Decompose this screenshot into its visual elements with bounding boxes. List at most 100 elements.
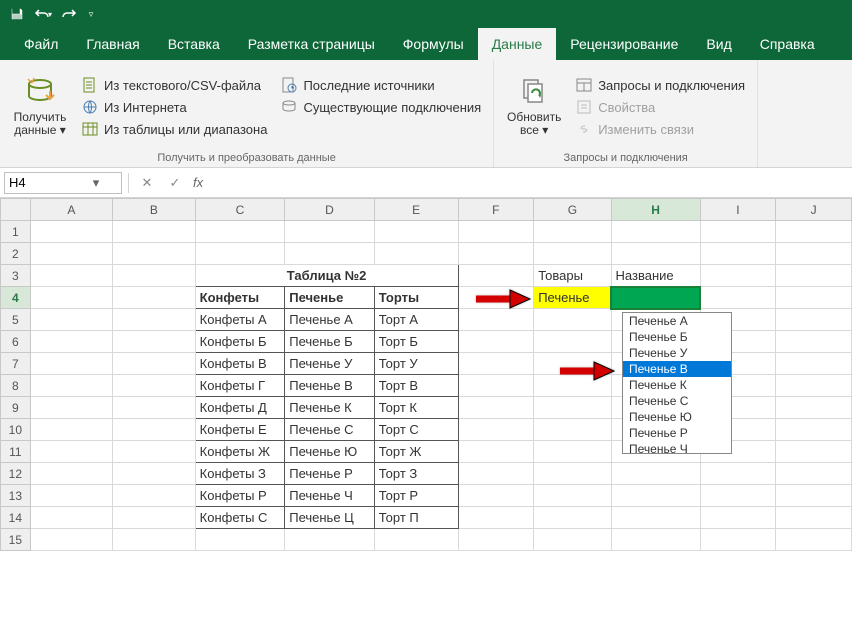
column-header-J[interactable]: J <box>776 199 852 221</box>
cell-J7[interactable] <box>776 353 852 375</box>
cell-E7[interactable]: Торт У <box>374 353 458 375</box>
cell-G10[interactable] <box>534 419 611 441</box>
queries-connections-button[interactable]: Запросы и подключения <box>572 75 749 95</box>
dropdown-item[interactable]: Печенье Р <box>623 425 731 441</box>
row-header-7[interactable]: 7 <box>1 353 31 375</box>
cell-H15[interactable] <box>611 529 700 551</box>
cell-G1[interactable] <box>534 221 611 243</box>
cell-C10[interactable]: Конфеты Е <box>195 419 285 441</box>
cell-I4[interactable] <box>700 287 776 309</box>
cell-C13[interactable]: Конфеты Р <box>195 485 285 507</box>
save-button[interactable] <box>4 2 30 26</box>
cell-E14[interactable]: Торт П <box>374 507 458 529</box>
cell-H3[interactable]: Название <box>611 265 700 287</box>
cell-B6[interactable] <box>113 331 195 353</box>
cell-A13[interactable] <box>30 485 112 507</box>
cell-D5[interactable]: Печенье А <box>285 309 375 331</box>
cell-A4[interactable] <box>30 287 112 309</box>
cell-H14[interactable] <box>611 507 700 529</box>
cell-G6[interactable] <box>534 331 611 353</box>
name-box-dropdown[interactable]: ▾ <box>89 175 103 191</box>
cell-F8[interactable] <box>458 375 534 397</box>
cell-B14[interactable] <box>113 507 195 529</box>
cell-A7[interactable] <box>30 353 112 375</box>
refresh-all-button[interactable]: Обновить все ▾ <box>502 64 566 150</box>
cell-E2[interactable] <box>374 243 458 265</box>
select-all-corner[interactable] <box>1 199 31 221</box>
cell-A2[interactable] <box>30 243 112 265</box>
cell-H2[interactable] <box>611 243 700 265</box>
cell-C8[interactable]: Конфеты Г <box>195 375 285 397</box>
cell-G15[interactable] <box>534 529 611 551</box>
cell-A10[interactable] <box>30 419 112 441</box>
cell-D1[interactable] <box>285 221 375 243</box>
row-header-9[interactable]: 9 <box>1 397 31 419</box>
cell-E9[interactable]: Торт К <box>374 397 458 419</box>
dropdown-item[interactable]: Печенье С <box>623 393 731 409</box>
cell-C9[interactable]: Конфеты Д <box>195 397 285 419</box>
cell-C4[interactable]: Конфеты <box>195 287 285 309</box>
row-header-15[interactable]: 15 <box>1 529 31 551</box>
column-header-F[interactable]: F <box>458 199 534 221</box>
cell-I15[interactable] <box>700 529 776 551</box>
cell-C15[interactable] <box>195 529 285 551</box>
cell-F11[interactable] <box>458 441 534 463</box>
cell-G12[interactable] <box>534 463 611 485</box>
cell-E8[interactable]: Торт В <box>374 375 458 397</box>
cell-J1[interactable] <box>776 221 852 243</box>
tab-view[interactable]: Вид <box>692 28 745 60</box>
cell-F12[interactable] <box>458 463 534 485</box>
row-header-5[interactable]: 5 <box>1 309 31 331</box>
name-box-input[interactable] <box>9 175 89 190</box>
cell-J9[interactable] <box>776 397 852 419</box>
cell-B7[interactable] <box>113 353 195 375</box>
cell-D4[interactable]: Печенье <box>285 287 375 309</box>
cell-I3[interactable] <box>700 265 776 287</box>
cell-F6[interactable] <box>458 331 534 353</box>
cell-J15[interactable] <box>776 529 852 551</box>
tab-formulas[interactable]: Формулы <box>389 28 478 60</box>
cell-A15[interactable] <box>30 529 112 551</box>
dropdown-item[interactable]: Печенье У <box>623 345 731 361</box>
cell-F9[interactable] <box>458 397 534 419</box>
cell-J3[interactable] <box>776 265 852 287</box>
cell-J13[interactable] <box>776 485 852 507</box>
dropdown-item[interactable]: Печенье Ч <box>623 441 731 453</box>
cell-G2[interactable] <box>534 243 611 265</box>
tab-review[interactable]: Рецензирование <box>556 28 692 60</box>
cell-E5[interactable]: Торт А <box>374 309 458 331</box>
cell-E13[interactable]: Торт Р <box>374 485 458 507</box>
cell-I13[interactable] <box>700 485 776 507</box>
cell-B2[interactable] <box>113 243 195 265</box>
customize-qat-button[interactable]: ▿ <box>82 2 100 26</box>
cell-A6[interactable] <box>30 331 112 353</box>
cell-C5[interactable]: Конфеты А <box>195 309 285 331</box>
column-header-H[interactable]: H <box>611 199 700 221</box>
cell-J4[interactable] <box>776 287 852 309</box>
cell-A9[interactable] <box>30 397 112 419</box>
column-header-D[interactable]: D <box>285 199 375 221</box>
cell-D12[interactable]: Печенье Р <box>285 463 375 485</box>
cell-B11[interactable] <box>113 441 195 463</box>
tab-home[interactable]: Главная <box>72 28 153 60</box>
cell-I2[interactable] <box>700 243 776 265</box>
row-header-14[interactable]: 14 <box>1 507 31 529</box>
cell-J12[interactable] <box>776 463 852 485</box>
cell-I1[interactable] <box>700 221 776 243</box>
cell-D13[interactable]: Печенье Ч <box>285 485 375 507</box>
dropdown-item[interactable]: Печенье Б <box>623 329 731 345</box>
cell-E1[interactable] <box>374 221 458 243</box>
from-range-button[interactable]: Из таблицы или диапазона <box>78 119 271 139</box>
enter-formula-button[interactable]: ✓ <box>165 173 185 193</box>
column-header-G[interactable]: G <box>534 199 611 221</box>
cell-A1[interactable] <box>30 221 112 243</box>
cell-D14[interactable]: Печенье Ц <box>285 507 375 529</box>
recent-sources-button[interactable]: Последние источники <box>277 75 485 95</box>
cell-G3[interactable]: Товары <box>534 265 611 287</box>
row-header-1[interactable]: 1 <box>1 221 31 243</box>
tab-file[interactable]: Файл <box>10 28 72 60</box>
cell-H1[interactable] <box>611 221 700 243</box>
cell-G9[interactable] <box>534 397 611 419</box>
tab-data[interactable]: Данные <box>478 28 557 60</box>
cell-D6[interactable]: Печенье Б <box>285 331 375 353</box>
